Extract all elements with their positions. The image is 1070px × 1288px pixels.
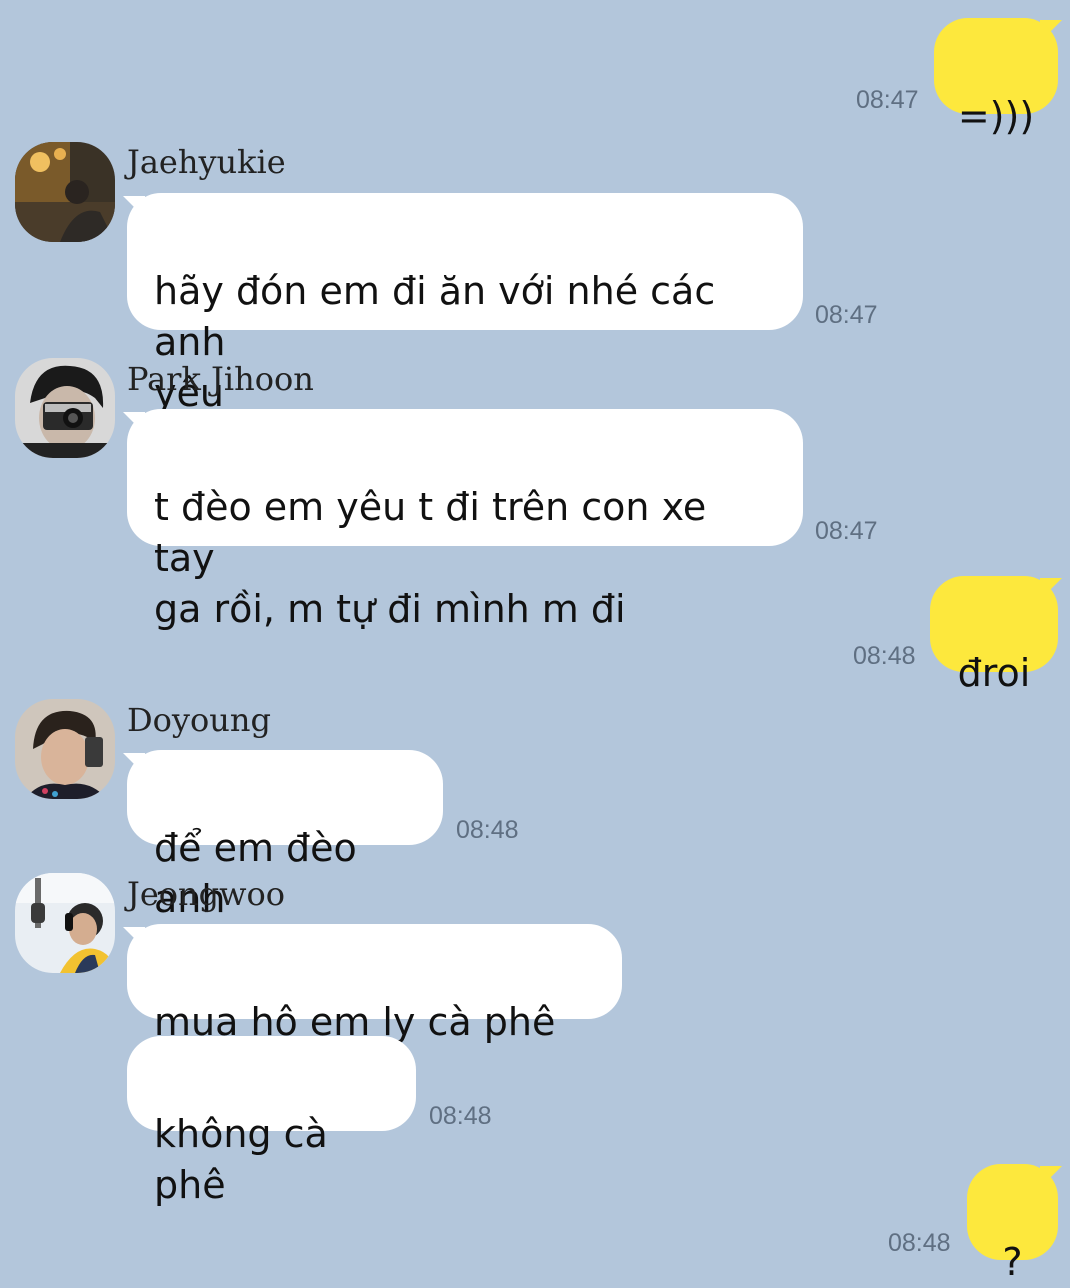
message-text: t đèo em yêu t đi trên con xe tay ga rồi… — [154, 485, 707, 631]
message-bubble-incoming[interactable]: t đèo em yêu t đi trên con xe tay ga rồi… — [127, 409, 803, 631]
message-timestamp: 08:48 — [888, 1229, 951, 1257]
message-text: đroi — [957, 651, 1031, 695]
message-bubble-incoming[interactable]: không cà phê — [127, 1036, 416, 1207]
message-timestamp: 08:47 — [815, 517, 878, 545]
message-bubble-outgoing[interactable]: đroi — [930, 576, 1058, 695]
sender-name: Jaehyukie — [127, 143, 286, 181]
message-text: =))) — [957, 94, 1035, 138]
message-bubble-incoming[interactable]: mua hộ em ly cà phê sữa — [127, 924, 622, 1095]
message-timestamp: 08:47 — [856, 86, 919, 114]
sender-name: Park Jihoon — [127, 360, 314, 398]
message-text: không cà phê — [154, 1112, 328, 1207]
message-text: ? — [1002, 1240, 1023, 1284]
sender-name: Jeongwoo — [127, 875, 286, 913]
message-bubble-outgoing[interactable]: =))) — [934, 18, 1058, 138]
message-timestamp: 08:48 — [853, 642, 916, 670]
message-bubble-outgoing[interactable]: ? — [967, 1164, 1058, 1284]
avatar-jaehyukie[interactable] — [15, 142, 115, 242]
avatar-doyoung[interactable] — [15, 699, 115, 799]
avatar-park-jihoon[interactable] — [15, 358, 115, 458]
sender-name: Doyoung — [127, 701, 271, 739]
message-timestamp: 08:47 — [815, 301, 878, 329]
message-bubble-incoming[interactable]: để em đèo anh — [127, 750, 443, 921]
message-timestamp: 08:48 — [429, 1102, 492, 1130]
message-timestamp: 08:48 — [456, 816, 519, 844]
avatar-jeongwoo[interactable] — [15, 873, 115, 973]
message-bubble-incoming[interactable]: hãy đón em đi ăn với nhé các anh yêu ❤ — [127, 193, 803, 466]
